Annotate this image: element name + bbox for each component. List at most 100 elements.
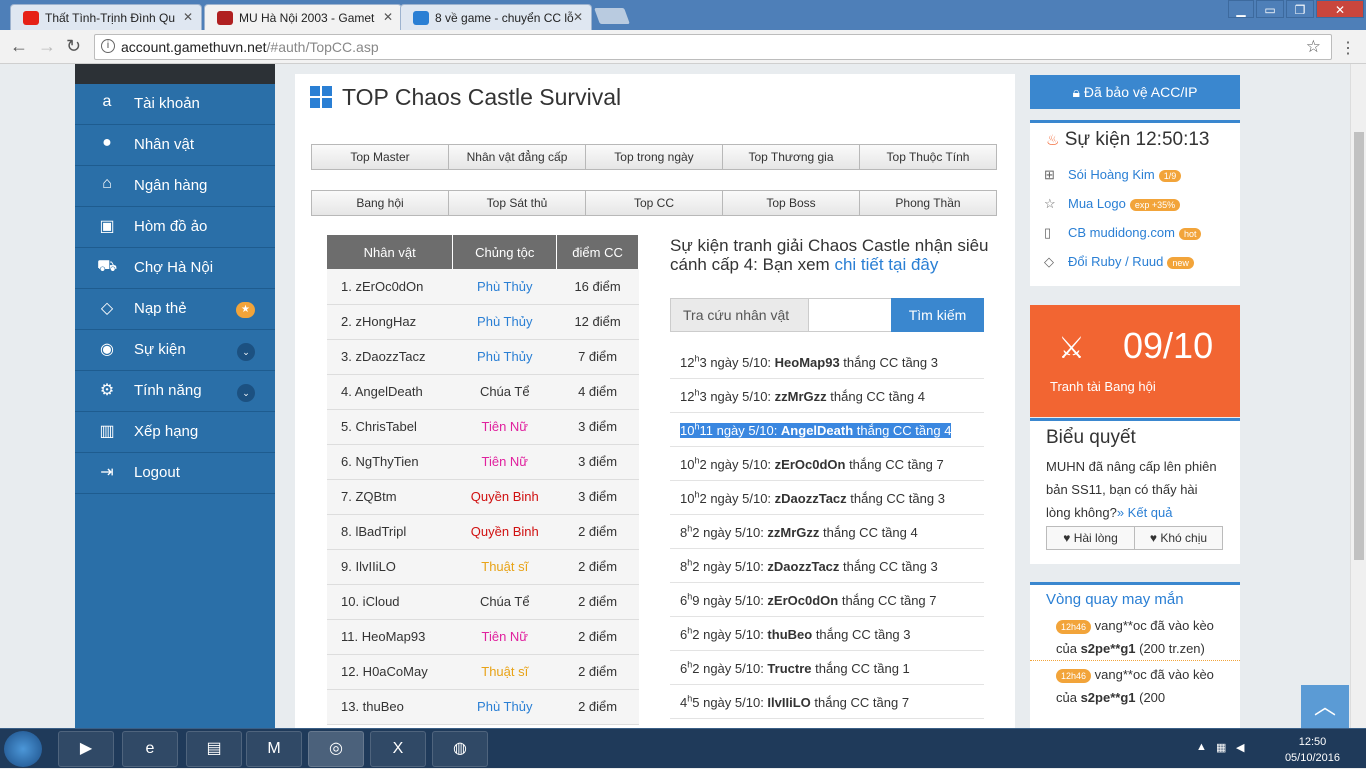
top-boss-button[interactable]: Top Boss xyxy=(722,190,860,216)
sidebar-item-label: Nạp thẻ xyxy=(134,300,187,317)
start-button[interactable] xyxy=(4,731,42,767)
table-row: 10. iCloud Chúa Tể 2 điểm xyxy=(327,584,639,620)
speaker-icon[interactable]: ◀ xyxy=(1236,741,1244,754)
forward-icon[interactable]: → xyxy=(38,36,56,57)
tray-expand-icon[interactable]: ▲ xyxy=(1196,741,1207,753)
top-killer-button[interactable]: Top Sát thủ xyxy=(448,190,586,216)
sidebar-item-storage[interactable]: ▣ Hòm đồ ảo xyxy=(75,207,275,248)
address-bar[interactable]: i account.gamethuvn.net/#auth/TopCC.asp … xyxy=(94,34,1332,60)
event-panel: Sự kiện tranh giải Chaos Castle nhận siê… xyxy=(670,236,990,719)
character-name[interactable]: 13. thuBeo xyxy=(327,689,453,725)
back-icon[interactable]: ← xyxy=(10,36,28,57)
star-icon: ☆ xyxy=(1044,196,1056,211)
g-icon xyxy=(413,11,429,25)
phong-than-button[interactable]: Phong Thần xyxy=(859,190,997,216)
search-button[interactable]: Tìm kiếm xyxy=(891,298,984,332)
sidebar-item-account[interactable]: a Tài khoản xyxy=(75,84,275,125)
tab-mu[interactable]: MU Hà Nội 2003 - Gamet ✕ xyxy=(204,4,402,31)
scroll-to-top-button[interactable]: ︿ xyxy=(1301,685,1349,728)
events-title: ♨ Sự kiện 12:50:13 xyxy=(1046,129,1210,150)
close-icon[interactable]: ✕ xyxy=(383,10,393,24)
mobile-icon: ▯ xyxy=(1044,225,1052,240)
chevron-down-icon[interactable]: ⌄ xyxy=(237,343,255,361)
user-button[interactable]: ▭ xyxy=(1256,0,1284,18)
excel-icon[interactable]: X xyxy=(370,731,426,767)
sidebar-item-label: Nhân vật xyxy=(134,136,195,153)
folder-icon[interactable]: ▤ xyxy=(186,731,242,767)
mu-launcher-icon[interactable]: ◍ xyxy=(432,731,488,767)
new-tab-button[interactable] xyxy=(594,8,630,24)
clock[interactable]: 12:50 05/10/2016 xyxy=(1285,734,1340,766)
character-name[interactable]: 10. iCloud xyxy=(327,584,453,620)
character-name[interactable]: 9. IlvIIiLO xyxy=(327,549,453,585)
character-name[interactable]: 4. AngelDeath xyxy=(327,374,453,410)
guild-button[interactable]: Bang hội xyxy=(311,190,449,216)
event-item[interactable]: ◇ Đổi Ruby / Ruud new xyxy=(1044,254,1194,270)
sidebar-item-character[interactable]: ● Nhân vật xyxy=(75,125,275,166)
top-master-button[interactable]: Top Master xyxy=(311,144,449,170)
event-row: 6h2 ngày 5/10: thuBeo thắng CC tầng 3 xyxy=(670,617,984,651)
sidebar-item-bank[interactable]: ⌂ Ngân hàng xyxy=(75,166,275,207)
protect-button[interactable]: 🔒︎ Đã bảo vệ ACC/IP xyxy=(1030,75,1240,109)
tab-game[interactable]: 8 về game - chuyển CC lỗ ✕ xyxy=(400,4,592,30)
page-content: a Tài khoản ● Nhân vật ⌂ Ngân hàng ▣ Hòm đồ … xyxy=(0,64,1350,728)
guild-battle-banner[interactable]: ⚔ 09/10 Tranh tài Bang hội xyxy=(1030,305,1240,417)
event-item[interactable]: ▯ CB mudidong.com hot xyxy=(1044,225,1202,241)
character-name[interactable]: 8. lBadTripl xyxy=(327,514,453,550)
close-icon[interactable]: ✕ xyxy=(183,10,193,24)
mu-game-icon[interactable]: M xyxy=(246,731,302,767)
vote-yes-button[interactable]: ♥ Hài lòng xyxy=(1046,526,1135,550)
ie-icon[interactable]: e xyxy=(122,731,178,767)
top-level-button[interactable]: Nhân vật đẳng cấp xyxy=(448,144,586,170)
character-name[interactable]: 11. HeoMap93 xyxy=(327,619,453,655)
media-player-icon[interactable]: ▶ xyxy=(58,731,114,767)
vote-no-button[interactable]: ♥ Khó chịu xyxy=(1134,526,1223,550)
event-row: 8h2 ngày 5/10: zzMrGzz thắng CC tầng 4 xyxy=(670,515,984,549)
sidebar-item-ranking[interactable]: ▥ Xếp hạng xyxy=(75,412,275,453)
character-name[interactable]: 12. H0aCoMay xyxy=(327,654,453,690)
info-icon[interactable]: i xyxy=(101,39,115,53)
character-name[interactable]: 1. zErOc0dOn xyxy=(327,269,453,305)
character-name[interactable]: 2. zHongHaz xyxy=(327,304,453,340)
score: 3 điểm xyxy=(556,409,639,445)
restore-button[interactable]: ❐ xyxy=(1286,0,1314,18)
reload-icon[interactable]: ↻ xyxy=(66,36,81,57)
score: 7 điểm xyxy=(556,339,639,375)
guild-date: 09/10 xyxy=(1123,325,1214,366)
top-merchant-button[interactable]: Top Thương gia xyxy=(722,144,860,170)
chevron-down-icon[interactable]: ⌄ xyxy=(237,384,255,402)
minimize-button[interactable]: ▁ xyxy=(1228,0,1254,18)
results-link[interactable]: » Kết quả xyxy=(1117,505,1173,520)
sidebar-item-events[interactable]: ◉ Sự kiện ⌄ xyxy=(75,330,275,371)
search-input[interactable] xyxy=(808,298,892,332)
scrollbar-thumb[interactable] xyxy=(1354,132,1364,560)
character-name[interactable]: 3. zDaozzTacz xyxy=(327,339,453,375)
menu-icon[interactable]: ⋮ xyxy=(1340,38,1356,58)
sidebar-item-market[interactable]: ⛟ Chợ Hà Nội xyxy=(75,248,275,289)
top-attribute-button[interactable]: Top Thuộc Tính xyxy=(859,144,997,170)
tab-youtube[interactable]: Thất Tình-Trịnh Đình Qu ✕ xyxy=(10,4,202,30)
character-name[interactable]: 7. ZQBtm xyxy=(327,479,453,515)
score: 3 điểm xyxy=(556,479,639,515)
close-window-button[interactable]: ✕ xyxy=(1316,0,1364,18)
chrome-icon[interactable]: ◎ xyxy=(308,731,364,767)
top-daily-button[interactable]: Top trong ngày xyxy=(585,144,723,170)
sidebar-item-topup[interactable]: ◇ Nạp thẻ ★ xyxy=(75,289,275,330)
scrollbar[interactable] xyxy=(1350,64,1366,728)
close-icon[interactable]: ✕ xyxy=(573,10,583,24)
character-name[interactable]: 6. NgThyTien xyxy=(327,444,453,480)
event-item[interactable]: ☆ Mua Logo exp +35% xyxy=(1044,196,1181,212)
sidebar-item-logout[interactable]: ⇥ Logout xyxy=(75,453,275,494)
race: Phù Thủy xyxy=(452,269,557,305)
details-link[interactable]: chi tiết tại đây xyxy=(834,255,938,274)
network-icon[interactable]: ▦ xyxy=(1216,741,1226,754)
event-item[interactable]: ⊞ Sói Hoàng Kim 1/9 xyxy=(1044,167,1182,183)
tab-title: Thất Tình-Trịnh Đình Qu xyxy=(45,11,176,25)
sidebar-item-features[interactable]: ⚙ Tính năng ⌄ xyxy=(75,371,275,412)
main-panel: TOP Chaos Castle Survival Top Master Nhâ… xyxy=(295,74,1015,728)
bookmark-star-icon[interactable]: ☆ xyxy=(1306,37,1321,57)
score: 2 điểm xyxy=(556,654,639,690)
character-name[interactable]: 5. ChrisTabel xyxy=(327,409,453,445)
top-cc-button[interactable]: Top CC xyxy=(585,190,723,216)
vote-text: MUHN đã nâng cấp lên phiên bản SS11, bạn… xyxy=(1046,459,1217,520)
